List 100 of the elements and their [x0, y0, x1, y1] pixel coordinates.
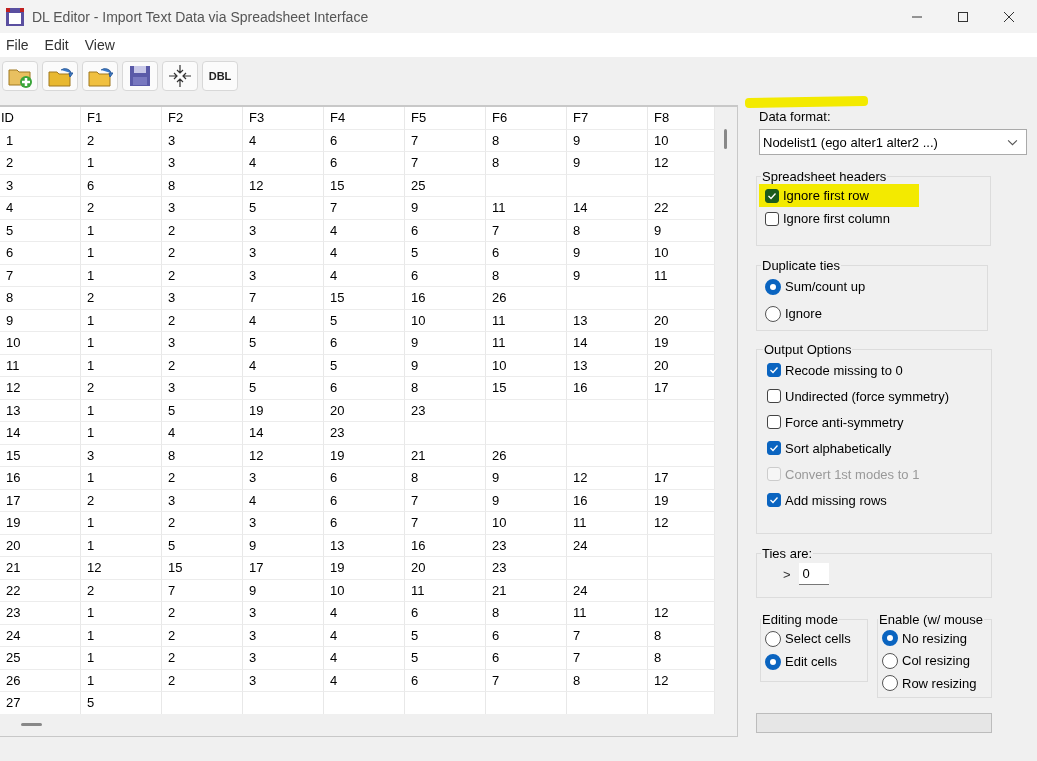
table-cell[interactable]: 8	[405, 377, 486, 400]
table-cell[interactable]: 19	[324, 444, 405, 467]
table-cell[interactable]: 16	[405, 287, 486, 310]
table-cell[interactable]: 5	[324, 309, 405, 332]
table-cell[interactable]: 6	[324, 467, 405, 490]
radio-label[interactable]: Row resizing	[902, 675, 977, 691]
table-cell[interactable]: 2	[162, 647, 243, 670]
table-cell[interactable]: 16	[567, 377, 648, 400]
table-cell[interactable]: 10	[0, 332, 81, 355]
table-cell[interactable]: 6	[0, 242, 81, 265]
table-cell[interactable]: 8	[0, 287, 81, 310]
table-cell[interactable]: 2	[0, 152, 81, 175]
table-cell[interactable]: 2	[162, 309, 243, 332]
radio-button[interactable]	[882, 652, 898, 669]
table-cell[interactable]: 12	[567, 467, 648, 490]
table-cell[interactable]: 5	[162, 534, 243, 557]
table-cell[interactable]: 3	[243, 602, 324, 625]
table-cell[interactable]: 9	[405, 197, 486, 220]
table-cell[interactable]: 3	[243, 669, 324, 692]
table-cell[interactable]: 7	[243, 287, 324, 310]
table-cell[interactable]: 1	[81, 264, 162, 287]
toolbar-button[interactable]: DBL	[202, 61, 238, 91]
table-cell[interactable]: 13	[567, 354, 648, 377]
table-cell[interactable]: 9	[567, 129, 648, 152]
table-cell[interactable]: 4	[243, 309, 324, 332]
table-cell[interactable]: 4	[324, 647, 405, 670]
table-cell[interactable]: 5	[243, 377, 324, 400]
table-cell[interactable]: 6	[324, 129, 405, 152]
table-cell[interactable]: 7	[405, 489, 486, 512]
table-cell[interactable]: 20	[324, 399, 405, 422]
table-cell[interactable]: 13	[567, 309, 648, 332]
table-cell[interactable]: 9	[405, 332, 486, 355]
table-cell[interactable]: 8	[486, 264, 567, 287]
radio-label[interactable]: Ignore	[785, 306, 822, 321]
table-cell[interactable]: 9	[0, 309, 81, 332]
table-cell[interactable]: 9	[486, 489, 567, 512]
table-cell[interactable]: 11	[486, 309, 567, 332]
table-cell[interactable]: 3	[162, 287, 243, 310]
table-cell[interactable]: 6	[405, 264, 486, 287]
table-cell[interactable]: 8	[567, 669, 648, 692]
table-cell[interactable]: 7	[405, 512, 486, 535]
table-cell[interactable]: 10	[486, 512, 567, 535]
table-cell[interactable]: 9	[405, 354, 486, 377]
table-cell[interactable]: 6	[324, 489, 405, 512]
table-cell[interactable]: 3	[243, 242, 324, 265]
menu-item[interactable]: File	[6, 37, 29, 53]
table-cell[interactable]: 24	[567, 579, 648, 602]
checkbox-label[interactable]: Ignore first column	[783, 211, 890, 226]
checkbox-label[interactable]: Add missing rows	[785, 492, 887, 508]
table-cell[interactable]: 6	[405, 669, 486, 692]
table-cell[interactable]: 6	[405, 219, 486, 242]
table-cell[interactable]: 9	[567, 242, 648, 265]
table-cell[interactable]: 7	[0, 264, 81, 287]
table-cell[interactable]: 5	[162, 399, 243, 422]
threshold-input[interactable]: 0	[798, 563, 829, 585]
table-cell[interactable]: 1	[81, 624, 162, 647]
table-cell[interactable]: 2	[162, 354, 243, 377]
table-cell[interactable]: 14	[243, 422, 324, 445]
table-cell[interactable]: 13	[324, 534, 405, 557]
table-cell[interactable]: 7	[486, 669, 567, 692]
table-cell[interactable]: 7	[405, 129, 486, 152]
table-cell[interactable]: 15	[324, 287, 405, 310]
table-cell[interactable]: 2	[81, 579, 162, 602]
table-cell[interactable]: 3	[243, 512, 324, 535]
table-cell[interactable]: 11	[405, 579, 486, 602]
table-cell[interactable]: 6	[324, 377, 405, 400]
table-cell[interactable]: 3	[162, 197, 243, 220]
table-cell[interactable]: 11	[0, 354, 81, 377]
table-cell[interactable]: 2	[81, 489, 162, 512]
table-cell[interactable]: 3	[162, 332, 243, 355]
table-cell[interactable]: 3	[162, 129, 243, 152]
table-cell[interactable]: 3	[243, 219, 324, 242]
table-cell[interactable]: 8	[486, 152, 567, 175]
table-cell[interactable]: 19	[0, 512, 81, 535]
table-cell[interactable]: 4	[162, 422, 243, 445]
table-cell[interactable]: 1	[81, 534, 162, 557]
table-cell[interactable]: 2	[162, 264, 243, 287]
table-cell[interactable]: 3	[243, 264, 324, 287]
table-cell[interactable]: 3	[0, 174, 81, 197]
table-cell[interactable]: 5	[405, 624, 486, 647]
table-cell[interactable]: 21	[0, 557, 81, 580]
checkbox[interactable]	[767, 493, 781, 507]
table-cell[interactable]: 6	[486, 647, 567, 670]
table-cell[interactable]: 7	[486, 219, 567, 242]
table-cell[interactable]: 1	[81, 512, 162, 535]
menu-item[interactable]: View	[84, 37, 115, 53]
radio-button[interactable]	[765, 278, 781, 295]
table-cell[interactable]: 16	[567, 489, 648, 512]
table-cell[interactable]: 26	[486, 444, 567, 467]
table-cell[interactable]: 13	[0, 399, 81, 422]
table-cell[interactable]: 8	[486, 602, 567, 625]
table-cell[interactable]: 4	[324, 242, 405, 265]
radio-label[interactable]: Edit cells	[785, 654, 838, 669]
close-icon[interactable]	[1003, 10, 1015, 23]
table-cell[interactable]: 17	[243, 557, 324, 580]
table-cell[interactable]: 1	[81, 219, 162, 242]
scroll-thumb[interactable]	[724, 129, 728, 149]
table-cell[interactable]: 3	[243, 467, 324, 490]
table-cell[interactable]: 15	[324, 174, 405, 197]
table-cell[interactable]: 5	[405, 647, 486, 670]
